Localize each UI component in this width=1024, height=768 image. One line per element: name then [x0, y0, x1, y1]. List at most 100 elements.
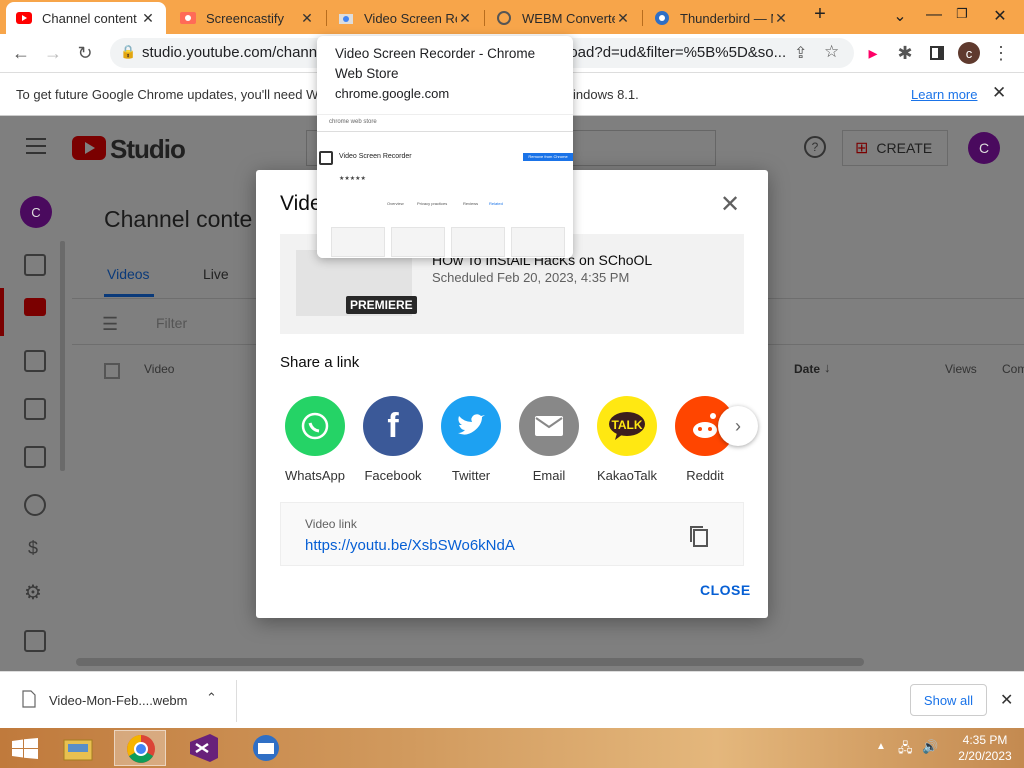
whatsapp-icon	[285, 396, 345, 456]
feedback-icon[interactable]	[24, 630, 46, 652]
close-tab-icon[interactable]: ✕	[615, 10, 631, 27]
filter-icon[interactable]: ☰	[102, 314, 118, 335]
chrome-webstore-icon	[338, 10, 354, 26]
window-close-icon[interactable]: ✕	[990, 6, 1010, 26]
close-icon[interactable]: ✕	[720, 190, 740, 219]
bookmark-star-icon[interactable]: ☆	[824, 42, 839, 62]
show-all-button[interactable]: Show all	[910, 684, 987, 716]
preview-tab: Related	[489, 201, 503, 206]
close-icon[interactable]: ✕	[1000, 690, 1013, 710]
profile-avatar[interactable]: c	[958, 42, 980, 64]
volume-icon[interactable]: 🔊	[922, 739, 938, 755]
taskbar-clock[interactable]: 4:35 PM 2/20/2023	[950, 732, 1020, 764]
back-icon[interactable]: ←	[10, 42, 32, 64]
select-all-checkbox[interactable]	[104, 363, 120, 379]
thunderbird-icon	[654, 10, 670, 26]
recorder-ext-icon	[319, 151, 333, 165]
column-video[interactable]: Video	[144, 362, 174, 376]
hovercard-preview: chrome web store Video Screen Recorder ★…	[317, 114, 573, 258]
learn-more-link[interactable]: Learn more	[911, 87, 977, 102]
next-share-options-button[interactable]: ›	[718, 406, 758, 446]
dashboard-icon[interactable]	[24, 254, 46, 276]
menu-kebab-icon[interactable]: ⋮	[990, 42, 1012, 64]
close-button[interactable]: CLOSE	[700, 582, 751, 598]
tab-screencastify[interactable]: Screencastify ✕	[170, 4, 325, 32]
hamburger-icon[interactable]	[26, 138, 46, 154]
facebook-icon: f	[363, 396, 423, 456]
tab-hover-card: Video Screen Recorder - Chrome Web Store…	[317, 36, 573, 258]
share-email-button[interactable]: Email	[512, 396, 586, 483]
windows-start-icon[interactable]	[12, 738, 38, 765]
tab-channel-content[interactable]: Channel content ✕	[6, 2, 166, 34]
converter-icon	[496, 10, 512, 26]
close-tab-icon[interactable]: ✕	[773, 10, 789, 27]
close-tab-icon[interactable]: ✕	[299, 10, 315, 27]
analytics-icon[interactable]	[24, 350, 46, 372]
sidebar-scrollbar[interactable]	[60, 241, 65, 471]
tab-video-screen-recorder[interactable]: Video Screen Recor ✕	[328, 4, 483, 32]
copy-icon[interactable]	[689, 525, 709, 552]
video-link-box: Video link https://youtu.be/XsbSWo6kNdA	[280, 502, 744, 566]
share-icon[interactable]: ⇪	[794, 43, 807, 63]
preview-ext-name: Video Screen Recorder	[339, 153, 412, 160]
close-tab-icon[interactable]: ✕	[140, 10, 156, 27]
subtitles-icon[interactable]	[24, 446, 46, 468]
close-icon[interactable]: ✕	[992, 83, 1006, 103]
minimize-icon[interactable]: —	[924, 6, 944, 24]
tab-webm-converter[interactable]: WEBM Converter ✕	[486, 4, 641, 32]
create-button[interactable]: ⊞ CREATE	[842, 130, 948, 166]
tab-thunderbird[interactable]: Thunderbird — M ✕	[644, 4, 799, 32]
tab-videos[interactable]: Videos	[107, 266, 150, 282]
clock-date: 2/20/2023	[958, 749, 1012, 763]
earn-icon[interactable]: $	[28, 538, 38, 559]
chevron-right-icon: ›	[735, 415, 741, 436]
screencastify-extension-icon[interactable]: ▸	[862, 42, 884, 64]
visual-studio-icon[interactable]	[186, 732, 222, 768]
horizontal-scrollbar[interactable]	[76, 658, 864, 666]
url-text: studio.youtube.com/channel	[142, 44, 329, 61]
preview-site: chrome web store	[329, 119, 377, 125]
tab-search-icon[interactable]: ⌄	[890, 6, 910, 26]
share-label-text: Email	[532, 468, 566, 483]
filter-input[interactable]: Filter	[156, 315, 187, 331]
share-twitter-button[interactable]: Twitter	[434, 396, 508, 483]
twitter-icon	[441, 396, 501, 456]
reload-icon[interactable]: ↻	[74, 42, 96, 64]
file-icon	[22, 690, 36, 713]
tab-strip: Channel content ✕ Screencastify ✕ Video …	[0, 0, 1024, 34]
windows-taskbar: ▲ 🖧 🔊 4:35 PM 2/20/2023	[0, 728, 1024, 768]
column-views[interactable]: Views	[945, 362, 977, 376]
column-comments[interactable]: Com	[1002, 362, 1024, 376]
chrome-taskbar-icon[interactable]	[114, 730, 166, 766]
chevron-up-icon[interactable]: ⌃	[206, 690, 217, 706]
account-avatar[interactable]: C	[968, 132, 1000, 164]
share-facebook-button[interactable]: f Facebook	[356, 396, 430, 483]
extensions-puzzle-icon[interactable]: ✱	[894, 42, 916, 64]
side-panel-icon[interactable]	[926, 42, 948, 64]
content-icon[interactable]	[24, 298, 46, 316]
video-link-url[interactable]: https://youtu.be/XsbSWo6kNdA	[305, 537, 515, 554]
help-icon[interactable]: ?	[804, 136, 826, 158]
share-kakaotalk-button[interactable]: TALK KakaoTalk	[590, 396, 664, 483]
close-tab-icon[interactable]: ✕	[457, 10, 473, 27]
forward-icon[interactable]: →	[42, 42, 64, 64]
share-label-text: KakaoTalk	[597, 468, 657, 483]
thunderbird-taskbar-icon[interactable]	[248, 732, 284, 768]
svg-text:TALK: TALK	[611, 418, 642, 432]
tab-live[interactable]: Live	[203, 266, 229, 282]
url-text-tail: load?d=ud&filter=%5B%5D&so...	[566, 44, 787, 61]
new-tab-button[interactable]: +	[810, 3, 830, 26]
download-filename[interactable]: Video-Mon-Feb....webm	[49, 693, 188, 708]
copyright-icon[interactable]	[24, 494, 46, 516]
preview-tab: Reviews	[463, 201, 479, 206]
network-icon[interactable]: 🖧	[898, 739, 913, 761]
column-date[interactable]: Date	[794, 362, 820, 376]
restore-icon[interactable]: ❐	[952, 6, 972, 22]
settings-gear-icon[interactable]: ⚙	[24, 580, 42, 605]
share-whatsapp-button[interactable]: WhatsApp	[278, 396, 352, 483]
tray-overflow-icon[interactable]: ▲	[876, 741, 886, 752]
channel-avatar[interactable]: C	[20, 196, 52, 228]
file-explorer-icon[interactable]	[60, 732, 96, 764]
comments-icon[interactable]	[24, 398, 46, 420]
video-link-label: Video link	[305, 517, 357, 531]
